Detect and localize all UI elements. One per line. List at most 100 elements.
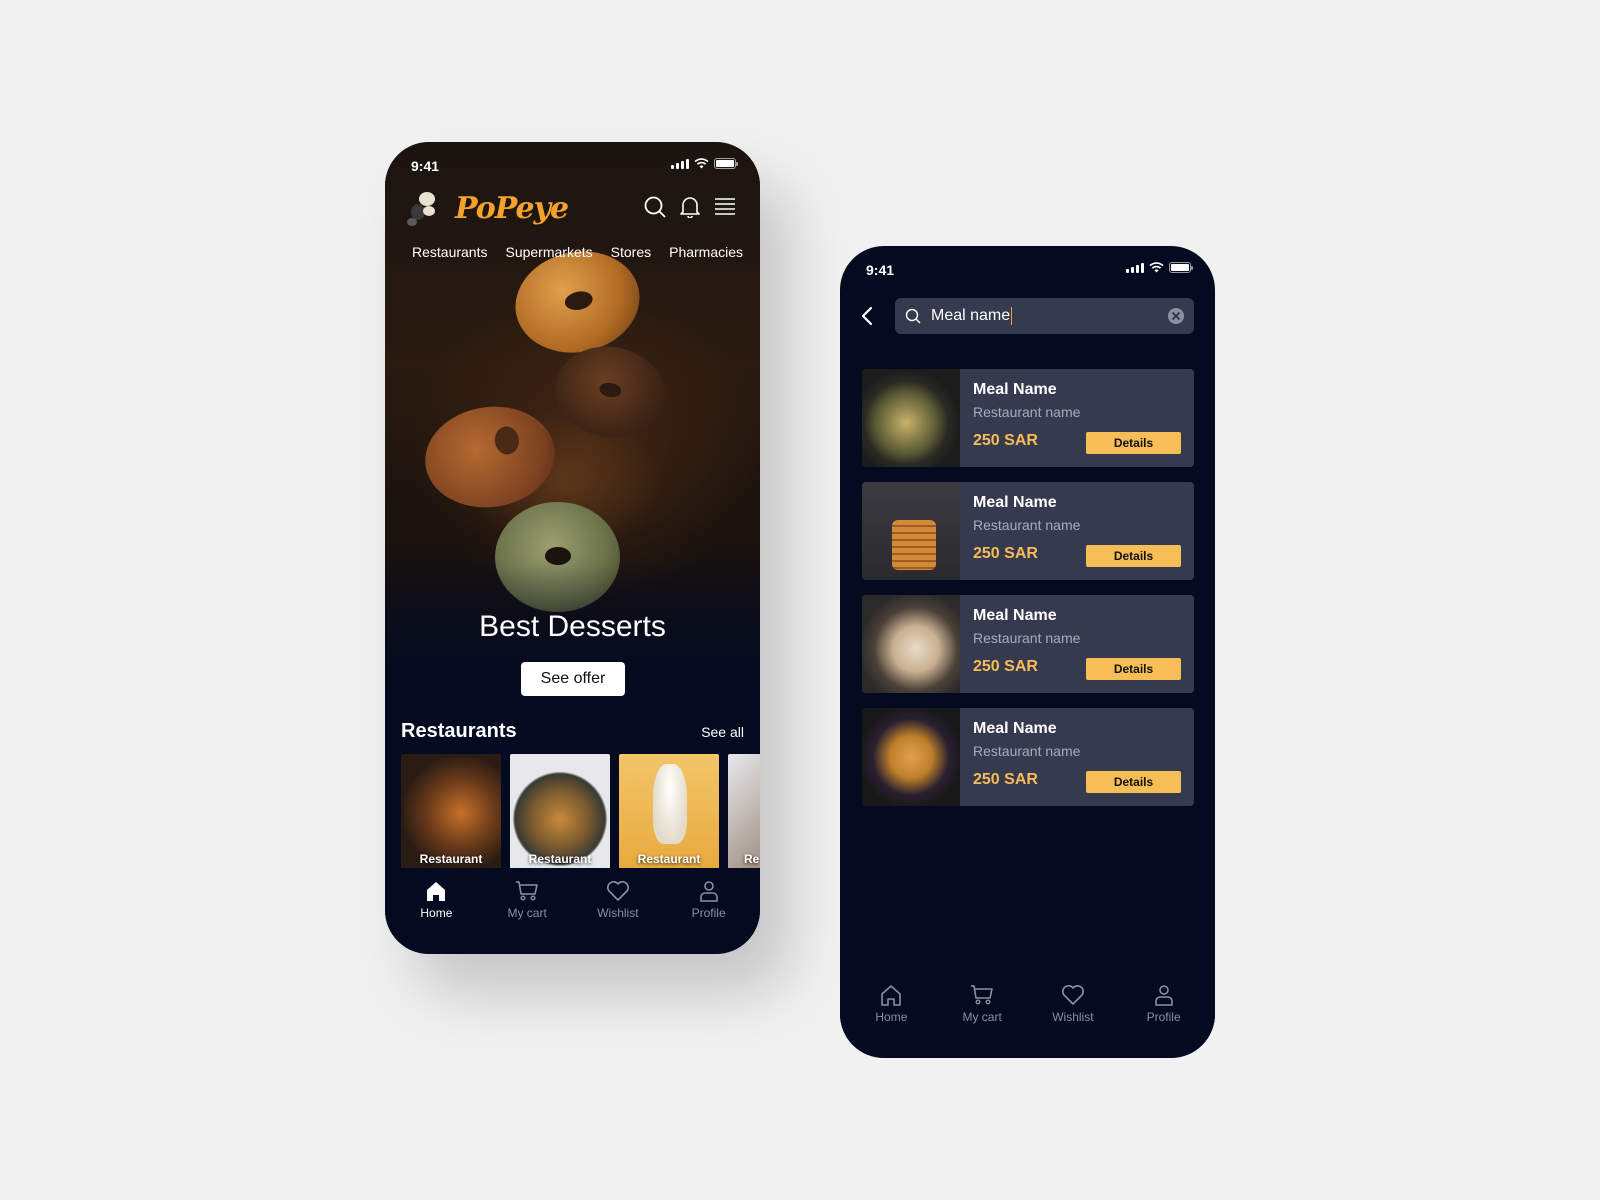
tab-label: Home: [420, 906, 453, 920]
tab-label: Wishlist: [597, 906, 639, 920]
search-icon[interactable]: [644, 196, 666, 218]
meal-name: Meal Name: [973, 720, 1057, 737]
heart-icon: [606, 881, 629, 901]
tab-label: My cart: [507, 906, 547, 920]
signal-icon: [1126, 262, 1144, 273]
status-icons: [671, 158, 738, 169]
tab-my-cart[interactable]: My cart: [947, 984, 1017, 1058]
restaurant-card[interactable]: Restaurant: [401, 754, 501, 872]
tab-label: Profile: [1146, 1010, 1181, 1024]
user-icon: [699, 881, 718, 902]
tab-label: Home: [875, 1010, 908, 1024]
home-screen: 9:41 PoPeye Restaurants Supermarkets Sto…: [385, 142, 760, 954]
mascot-logo-icon: [405, 188, 445, 228]
search-input-value: Meal name: [931, 307, 1011, 325]
details-button[interactable]: Details: [1086, 545, 1181, 567]
meal-name: Meal Name: [973, 381, 1057, 398]
menu-icon[interactable]: [714, 196, 736, 216]
category-nav: Restaurants Supermarkets Stores Pharmaci…: [412, 244, 743, 260]
tab-wishlist[interactable]: Wishlist: [583, 880, 653, 954]
search-screen: 9:41 Meal name Meal Name Restaurant name…: [840, 246, 1215, 1058]
restaurant-card[interactable]: Restaurant: [510, 754, 610, 872]
tab-label: My cart: [962, 1010, 1002, 1024]
restaurants-carousel[interactable]: Restaurant Restaurant Restaurant Re: [401, 754, 760, 872]
details-button[interactable]: Details: [1086, 658, 1181, 680]
meal-name: Meal Name: [973, 607, 1057, 624]
meal-result-card[interactable]: Meal Name Restaurant name 250 SAR Detail…: [862, 708, 1194, 806]
meal-restaurant: Restaurant name: [973, 404, 1081, 420]
meal-restaurant: Restaurant name: [973, 517, 1081, 533]
heart-icon: [1061, 985, 1084, 1005]
restaurants-title: Restaurants: [401, 720, 517, 742]
ice-cream-image: [653, 764, 687, 844]
status-bar: 9:41: [385, 142, 760, 186]
category-stores[interactable]: Stores: [611, 244, 651, 260]
wifi-icon: [1149, 262, 1164, 273]
search-results-list: Meal Name Restaurant name 250 SAR Detail…: [862, 369, 1194, 806]
bottom-tab-bar: Home My cart Wishlist Profile: [840, 972, 1215, 1058]
clear-search-icon[interactable]: [1168, 308, 1184, 324]
wifi-icon: [694, 158, 709, 169]
tab-label: Wishlist: [1052, 1010, 1094, 1024]
meal-result-card[interactable]: Meal Name Restaurant name 250 SAR Detail…: [862, 482, 1194, 580]
see-all-link[interactable]: See all: [701, 724, 744, 740]
restaurants-section-header: Restaurants See all: [401, 720, 744, 743]
category-restaurants[interactable]: Restaurants: [412, 244, 487, 260]
tab-label: Profile: [691, 906, 726, 920]
meal-image: [862, 482, 960, 580]
meal-restaurant: Restaurant name: [973, 743, 1081, 759]
cart-icon: [971, 985, 993, 1005]
category-pharmacies[interactable]: Pharmacies: [669, 244, 743, 260]
header-actions: [644, 196, 736, 218]
meal-image: [862, 708, 960, 806]
restaurant-card-label: Restaurant: [419, 852, 483, 866]
meal-name: Meal Name: [973, 494, 1057, 511]
restaurant-card[interactable]: Restaurant: [619, 754, 719, 872]
search-icon: [905, 308, 921, 324]
status-time: 9:41: [411, 158, 440, 174]
tab-my-cart[interactable]: My cart: [492, 880, 562, 954]
details-button[interactable]: Details: [1086, 432, 1181, 454]
meal-price: 250 SAR: [973, 545, 1038, 562]
see-offer-button[interactable]: See offer: [521, 662, 625, 696]
logo-text: PoPeye: [455, 190, 569, 226]
text-caret: [1011, 306, 1013, 325]
restaurant-card-label: Re: [744, 852, 760, 866]
meal-image: [862, 595, 960, 693]
meal-price: 250 SAR: [973, 658, 1038, 675]
back-arrow-icon[interactable]: [858, 304, 878, 328]
search-input[interactable]: Meal name: [895, 298, 1194, 334]
status-bar: 9:41: [840, 246, 1215, 290]
meal-result-card[interactable]: Meal Name Restaurant name 250 SAR Detail…: [862, 595, 1194, 693]
category-supermarkets[interactable]: Supermarkets: [505, 244, 592, 260]
battery-icon: [1169, 262, 1193, 273]
tab-wishlist[interactable]: Wishlist: [1038, 984, 1108, 1058]
details-button[interactable]: Details: [1086, 771, 1181, 793]
meal-price: 250 SAR: [973, 432, 1038, 449]
home-icon: [881, 985, 902, 1006]
donut-image: [418, 398, 562, 516]
hero-title: Best Desserts: [479, 610, 666, 643]
bell-icon[interactable]: [680, 196, 700, 218]
home-icon: [427, 882, 446, 901]
donut-image: [548, 338, 672, 446]
status-time: 9:41: [866, 262, 895, 278]
app-logo[interactable]: PoPeye: [405, 188, 569, 228]
meal-result-card[interactable]: Meal Name Restaurant name 250 SAR Detail…: [862, 369, 1194, 467]
meal-price: 250 SAR: [973, 771, 1038, 788]
meal-image: [862, 369, 960, 467]
user-icon: [1154, 985, 1173, 1006]
cart-icon: [516, 881, 538, 901]
restaurant-card-label: Restaurant: [528, 852, 592, 866]
bottom-tab-bar: Home My cart Wishlist Profile: [385, 868, 760, 954]
restaurant-card-label: Restaurant: [637, 852, 701, 866]
tab-profile[interactable]: Profile: [674, 880, 744, 954]
signal-icon: [671, 158, 689, 169]
meal-restaurant: Restaurant name: [973, 630, 1081, 646]
restaurant-card[interactable]: Re: [728, 754, 760, 872]
tab-profile[interactable]: Profile: [1129, 984, 1199, 1058]
tab-home[interactable]: Home: [856, 984, 926, 1058]
status-icons: [1126, 262, 1193, 273]
battery-icon: [714, 158, 738, 169]
tab-home[interactable]: Home: [401, 880, 471, 954]
